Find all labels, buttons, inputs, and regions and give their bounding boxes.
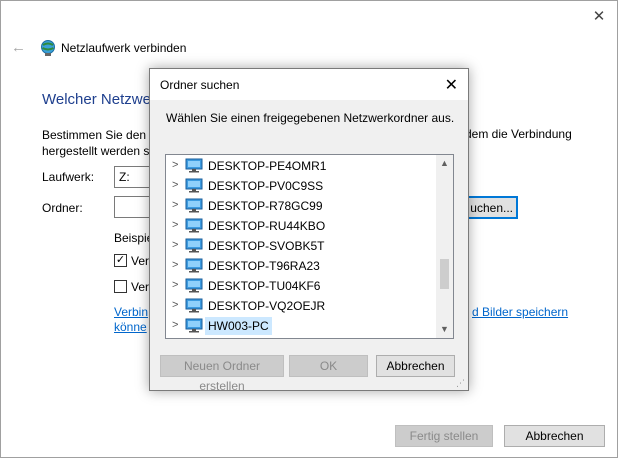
tree-item-label: DESKTOP-T96RA23	[208, 259, 320, 273]
tree-item-label: HW003-PC	[205, 317, 272, 335]
chevron-right-icon[interactable]: >	[172, 199, 178, 211]
dialog-titlebar: Ordner suchen ✕	[150, 69, 468, 100]
network-drive-icon	[41, 40, 55, 56]
tree-item-label: DESKTOP-SVOBK5T	[208, 239, 325, 253]
tree-item-label: DESKTOP-PV0C9SS	[208, 179, 324, 193]
computer-icon	[185, 158, 203, 173]
tree-item-label: DESKTOP-TU04KF6	[208, 279, 321, 293]
dialog-cancel-button[interactable]: Abbrechen	[376, 355, 455, 377]
drive-label: Laufwerk:	[42, 170, 95, 184]
tree-item[interactable]: > DESKTOP-R78GC99	[166, 196, 437, 216]
computer-icon	[185, 238, 203, 253]
tree-item[interactable]: > DESKTOP-VQ2OEJR	[166, 296, 437, 316]
finish-button[interactable]: Fertig stellen	[395, 425, 493, 447]
dialog-title: Ordner suchen	[160, 78, 240, 92]
scroll-thumb[interactable]	[440, 259, 449, 289]
tree-item[interactable]: > DESKTOP-PV0C9SS	[166, 176, 437, 196]
back-arrow-icon[interactable]: ←	[11, 39, 26, 56]
computer-icon	[185, 178, 203, 193]
computer-icon	[185, 298, 203, 313]
computer-icon	[185, 278, 203, 293]
folder-tree[interactable]: > DESKTOP-PE4OMR1 > DESKTOP-PV0C9SS > DESKTOP…	[165, 154, 454, 339]
chevron-right-icon[interactable]: >	[172, 239, 178, 251]
tree-item[interactable]: > DESKTOP-RU44KBO	[166, 216, 437, 236]
tree-item[interactable]: > DESKTOP-SVOBK5T	[166, 236, 437, 256]
scroll-down-icon[interactable]: ▼	[436, 321, 453, 338]
description-right: dem die Verbindung	[465, 127, 572, 141]
credentials-checkbox[interactable]	[114, 280, 127, 293]
computer-icon	[185, 318, 203, 333]
example-text: Beispie	[114, 231, 154, 245]
chevron-right-icon[interactable]: >	[172, 219, 178, 231]
close-icon[interactable]: ✕	[591, 9, 607, 25]
tree-item[interactable]: > DESKTOP-T96RA23	[166, 256, 437, 276]
chevron-right-icon[interactable]: >	[172, 179, 178, 191]
tree-item[interactable]: > DESKTOP-PE4OMR1	[166, 156, 437, 176]
tree-item-label: DESKTOP-R78GC99	[208, 199, 323, 213]
close-icon[interactable]: ✕	[445, 75, 458, 95]
resize-grip-icon[interactable]: ⋰	[456, 378, 466, 388]
ok-button[interactable]: OK	[289, 355, 368, 377]
page-heading: Welcher Netzwe	[42, 91, 151, 108]
scroll-up-icon[interactable]: ▲	[436, 155, 453, 172]
tree-scrollbar[interactable]: ▲ ▼	[436, 155, 453, 338]
computer-icon	[185, 218, 203, 233]
tree-item[interactable]: > DESKTOP-TU04KF6	[166, 276, 437, 296]
chevron-right-icon[interactable]: >	[172, 259, 178, 271]
chevron-right-icon[interactable]: >	[172, 299, 178, 311]
dialog-instruction: Wählen Sie einen freigegebenen Netzwerko…	[166, 111, 455, 125]
website-link-line2[interactable]: könne	[114, 320, 147, 334]
website-link[interactable]: Verbin	[114, 305, 148, 319]
reconnect-checkbox[interactable]: ✓	[114, 254, 127, 267]
browse-folder-dialog: Ordner suchen ✕ Wählen Sie einen freigeg…	[149, 68, 469, 393]
tree-item-label: DESKTOP-VQ2OEJR	[208, 299, 326, 313]
cancel-button[interactable]: Abbrechen	[504, 425, 605, 447]
chevron-right-icon[interactable]: >	[172, 319, 178, 331]
chevron-right-icon[interactable]: >	[172, 279, 178, 291]
tree-item-label: DESKTOP-RU44KBO	[208, 219, 326, 233]
tree-item[interactable]: > HW003-PC	[166, 316, 437, 336]
new-folder-button[interactable]: Neuen Ordner erstellen	[160, 355, 284, 393]
computer-icon	[185, 258, 203, 273]
tree-item-label: DESKTOP-PE4OMR1	[208, 159, 327, 173]
computer-icon	[185, 198, 203, 213]
chevron-right-icon[interactable]: >	[172, 159, 178, 171]
website-link-right[interactable]: d Bilder speichern	[472, 305, 568, 319]
folder-label: Ordner:	[42, 201, 83, 215]
wizard-title: Netzlaufwerk verbinden	[61, 41, 187, 55]
